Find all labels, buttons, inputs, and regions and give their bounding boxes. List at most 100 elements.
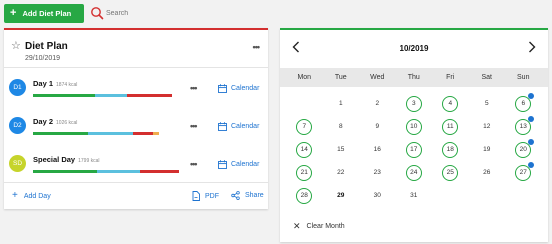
calendar-day[interactable]: 6	[505, 92, 542, 115]
day-name: Day 1 1874 kcal	[33, 79, 77, 88]
day-calendar-button[interactable]: Calendar	[218, 160, 259, 169]
day-number: 21	[296, 164, 313, 181]
pdf-label: PDF	[205, 192, 219, 200]
day-number: 9	[375, 123, 380, 130]
day-more-options-icon[interactable]: •••	[190, 122, 198, 131]
day-number: 7	[296, 118, 313, 135]
calendar-day[interactable]: 29	[323, 184, 360, 207]
share-button[interactable]: Share	[231, 191, 264, 200]
macro-segment	[33, 132, 89, 135]
day-number: 19	[483, 146, 491, 153]
day-more-options-icon[interactable]: •••	[190, 160, 198, 169]
calendar-day[interactable]: 24	[396, 161, 433, 184]
day-number: 15	[337, 146, 345, 153]
calendar-day[interactable]: 25	[432, 161, 469, 184]
day-kcal: 1026 kcal	[56, 120, 78, 126]
calendar-day[interactable]: 16	[359, 138, 396, 161]
plan-footer: + Add Day PDF Share	[4, 182, 268, 209]
calendar-day[interactable]: 27	[505, 161, 542, 184]
macro-segment	[33, 170, 97, 173]
calendar-day[interactable]: 28	[286, 184, 323, 207]
weekday-label: Thu	[407, 74, 420, 81]
favorite-star-icon[interactable]: ☆	[11, 41, 21, 52]
calendar-day[interactable]: 23	[359, 161, 396, 184]
calendar-day[interactable]: 5	[469, 92, 506, 115]
day-calendar-label: Calendar	[231, 85, 260, 92]
macro-segment	[127, 94, 173, 97]
pdf-button[interactable]: PDF	[192, 191, 219, 201]
day-number: 29	[337, 192, 345, 199]
pdf-icon	[192, 191, 200, 201]
calendar-day[interactable]: 17	[396, 138, 433, 161]
search-input[interactable]	[106, 9, 176, 17]
calendar-day[interactable]: 31	[396, 184, 433, 207]
weekday-label: Mon	[297, 74, 312, 81]
day-avatar: D2	[9, 117, 26, 134]
calendar-day[interactable]: 20	[505, 138, 542, 161]
event-dot-icon	[528, 139, 534, 145]
share-label: Share	[245, 192, 264, 199]
macro-segment	[133, 132, 154, 135]
calendar-day[interactable]: 7	[286, 115, 323, 138]
event-dot-icon	[528, 116, 534, 122]
calendar-day[interactable]: 11	[432, 115, 469, 138]
calendar-day[interactable]: 30	[359, 184, 396, 207]
weekday-label: Fri	[446, 74, 455, 81]
day-calendar-label: Calendar	[231, 161, 260, 168]
calendar-header: 10/2019	[280, 30, 548, 68]
day-title: Special Day	[33, 155, 76, 164]
calendar-day[interactable]: 18	[432, 138, 469, 161]
month-calendar: 10/2019 Mon Tue Wed Thu Fri Sat Sun 1234567891…	[280, 28, 548, 242]
day-name: Special Day 1799 kcal	[33, 155, 100, 164]
add-diet-plan-button[interactable]: + Add Diet Plan	[4, 4, 84, 23]
calendar-day[interactable]: 21	[286, 161, 323, 184]
clear-month-button[interactable]: ✕ Clear Month	[293, 222, 345, 231]
day-calendar-button[interactable]: Calendar	[218, 122, 259, 131]
calendar-day[interactable]: 4	[432, 92, 469, 115]
day-row[interactable]: SD Special Day 1799 kcal ••• Calendar	[4, 146, 268, 182]
calendar-day[interactable]: 14	[286, 138, 323, 161]
close-icon: ✕	[293, 221, 301, 231]
add-day-button[interactable]: + Add Day	[12, 191, 51, 201]
macro-bar	[33, 170, 180, 173]
macro-segment	[33, 94, 96, 97]
day-calendar-label: Calendar	[231, 123, 260, 130]
calendar-day[interactable]: 15	[323, 138, 360, 161]
calendar-day[interactable]: 2	[359, 92, 396, 115]
calendar-day[interactable]: 22	[323, 161, 360, 184]
day-number: 18	[442, 141, 459, 158]
weekday-label: Sun	[517, 74, 530, 81]
day-number: 4	[442, 95, 459, 112]
day-number: 5	[484, 100, 489, 107]
day-row[interactable]: D2 Day 2 1026 kcal ••• Calendar	[4, 108, 268, 144]
day-calendar-button[interactable]: Calendar	[218, 84, 259, 93]
calendar-day[interactable]: 9	[359, 115, 396, 138]
day-number: 22	[337, 169, 345, 176]
calendar-day[interactable]: 26	[469, 161, 506, 184]
weekday-label: Sat	[481, 74, 492, 81]
search-icon[interactable]	[90, 6, 104, 20]
day-number: 12	[483, 123, 491, 130]
calendar-day[interactable]: 3	[396, 92, 433, 115]
calendar-day[interactable]: 13	[505, 115, 542, 138]
plan-more-options-icon[interactable]: •••	[253, 43, 261, 52]
day-number: 31	[410, 192, 418, 199]
day-more-options-icon[interactable]: •••	[190, 84, 198, 93]
calendar-grid: 1 2 3 4 5 6 7 8 9 10 11 12 13 14 15 16 17 18 19 20 21 22 23 24 2…	[286, 92, 542, 207]
calendar-day[interactable]: 1	[323, 92, 360, 115]
next-month-chevron-icon[interactable]	[528, 40, 536, 58]
calendar-day[interactable]: 12	[469, 115, 506, 138]
diet-plan-card: ☆ Diet Plan 29/10/2019 ••• D1 Day 1 1874 …	[4, 28, 268, 209]
day-number: 28	[296, 187, 313, 204]
calendar-day[interactable]: 8	[323, 115, 360, 138]
calendar-day[interactable]: 10	[396, 115, 433, 138]
calendar-icon	[218, 122, 227, 131]
weekday-header: Mon Tue Wed Thu Fri Sat Sun	[280, 68, 548, 87]
day-number: 26	[483, 169, 491, 176]
calendar-day[interactable]: 19	[469, 138, 506, 161]
calendar-icon	[218, 84, 227, 93]
day-number: 8	[338, 123, 343, 130]
day-name: Day 2 1026 kcal	[33, 117, 77, 126]
day-kcal: 1799 kcal	[78, 158, 100, 164]
day-row[interactable]: D1 Day 1 1874 kcal ••• Calendar	[4, 70, 268, 106]
